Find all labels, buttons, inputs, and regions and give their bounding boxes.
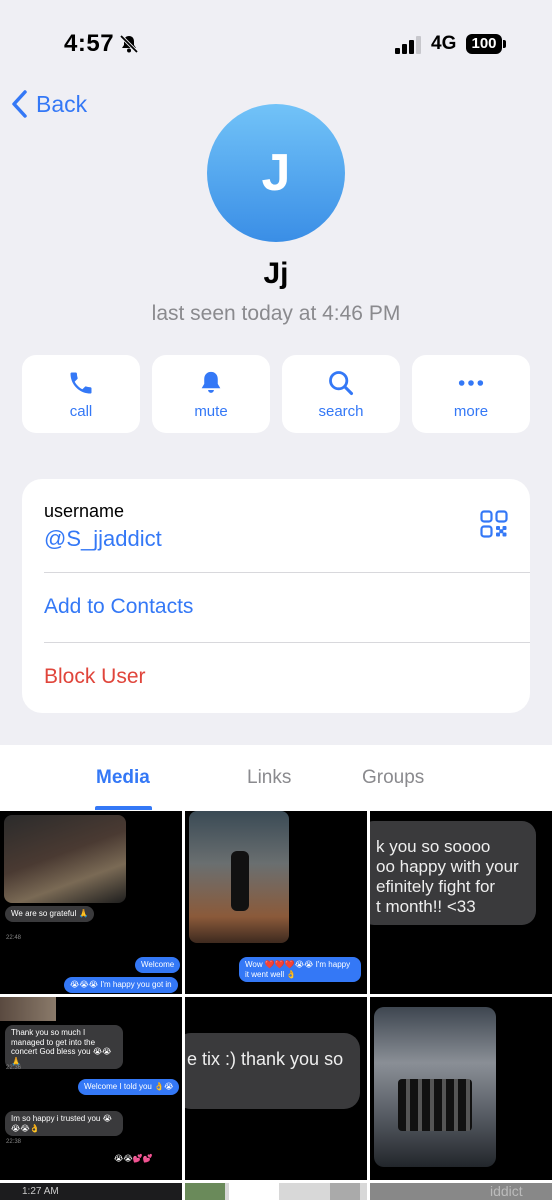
- mute-button[interactable]: mute: [152, 355, 270, 433]
- media-thumbnail[interactable]: 1:27 AM: [0, 1183, 182, 1200]
- media-thumbnail[interactable]: e tix :) thank you so: [185, 997, 367, 1180]
- search-button[interactable]: search: [282, 355, 400, 433]
- photo-preview: [185, 1183, 225, 1200]
- battery-icon: 100: [466, 34, 502, 54]
- message-bubble: Welcome: [135, 957, 181, 973]
- media-thumbnail[interactable]: iddict: [370, 1183, 552, 1200]
- media-thumbnail[interactable]: k you so soooo oo happy with your efinit…: [370, 811, 552, 994]
- media-grid: We are so grateful 🙏 22:48 Welcome 😭😭😭 I…: [0, 811, 552, 1200]
- call-button[interactable]: call: [22, 355, 140, 433]
- photo-preview: [229, 1183, 279, 1200]
- search-label: search: [318, 402, 364, 420]
- performers-silhouette: [398, 1079, 472, 1131]
- qr-code-icon[interactable]: [480, 510, 508, 538]
- divider: [44, 572, 530, 573]
- back-label: Back: [36, 90, 88, 117]
- status-bar: 4:57 4G 100: [0, 0, 552, 90]
- timestamp: 22:36: [6, 1065, 22, 1071]
- tab-media[interactable]: Media: [96, 767, 150, 789]
- concert-photo: [189, 811, 289, 943]
- block-user-button[interactable]: Block User: [44, 665, 146, 689]
- message-bubble: Welcome I told you 👌😭: [78, 1079, 180, 1095]
- media-thumbnail[interactable]: Thank you so much I managed to get into …: [0, 997, 182, 1180]
- media-thumbnail[interactable]: Wow ❤️❤️❤️😭😭 I'm happy it went well 👌: [185, 811, 367, 994]
- call-label: call: [69, 402, 93, 420]
- message-bubble: [185, 1033, 360, 1109]
- message-bubble: Im so happy i trusted you 😭😭😭👌: [5, 1111, 123, 1137]
- tab-groups[interactable]: Groups: [362, 767, 424, 789]
- message-text: k you so soooo: [376, 837, 491, 856]
- bell-slash-icon: [119, 34, 139, 54]
- more-label: more: [453, 402, 489, 420]
- more-icon: [458, 379, 484, 386]
- message-text: oo happy with your: [376, 857, 519, 876]
- media-tabs: Media Links Groups: [0, 745, 552, 811]
- photo-preview: [0, 997, 56, 1021]
- action-bar: call mute search more: [22, 355, 530, 433]
- message-bubble: We are so grateful 🙏: [5, 906, 95, 922]
- bell-icon: [201, 371, 221, 393]
- message-text: t month!! <33: [376, 897, 476, 916]
- more-button[interactable]: more: [412, 355, 530, 433]
- message-text: e tix :) thank you so: [187, 1049, 344, 1069]
- phone-icon: [70, 372, 92, 393]
- message-bubble: 😭😭😭 I'm happy you got in: [64, 977, 178, 993]
- add-to-contacts-button[interactable]: Add to Contacts: [44, 595, 193, 619]
- media-thumbnail[interactable]: We are so grateful 🙏 22:48 Welcome 😭😭😭 I…: [0, 811, 182, 994]
- battery-cap: [503, 40, 506, 48]
- network-type: 4G: [431, 33, 457, 54]
- message-bubble: Wow ❤️❤️❤️😭😭 I'm happy it went well 👌: [239, 957, 361, 983]
- concert-photo: [4, 815, 126, 903]
- username-label: username: [44, 501, 125, 521]
- timestamp: 22:48: [6, 935, 22, 941]
- chevron-left-icon: [12, 90, 27, 118]
- signal-icon: [395, 36, 421, 54]
- timestamp: 22:38: [6, 1139, 22, 1145]
- media-thumbnail[interactable]: [370, 997, 552, 1180]
- tab-links[interactable]: Links: [247, 767, 291, 789]
- divider: [44, 642, 530, 643]
- active-tab-indicator: [95, 806, 152, 810]
- message-bubble: Thank you so much I managed to get into …: [5, 1025, 123, 1070]
- info-card: username @S_jjaddict Add to Contacts Blo…: [22, 479, 530, 713]
- back-button[interactable]: Back: [10, 86, 87, 122]
- media-thumbnail[interactable]: [185, 1183, 367, 1200]
- last-seen-status: last seen today at 4:46 PM: [151, 302, 401, 325]
- message-emoji: 😭😭💕💕: [114, 1154, 153, 1163]
- concert-photo: [374, 1007, 496, 1167]
- username-link[interactable]: @S_jjaddict: [44, 526, 162, 552]
- photo-preview: [330, 1183, 360, 1200]
- contact-name: Jj: [263, 257, 289, 290]
- performer-silhouette: [231, 851, 249, 911]
- avatar[interactable]: J: [207, 104, 345, 242]
- status-time: 4:57: [64, 30, 115, 57]
- message-text: iddict: [490, 1183, 523, 1199]
- search-icon: [329, 370, 354, 395]
- timestamp: 1:27 AM: [22, 1186, 59, 1197]
- message-text: efinitely fight for: [376, 877, 496, 896]
- mute-label: mute: [194, 402, 228, 420]
